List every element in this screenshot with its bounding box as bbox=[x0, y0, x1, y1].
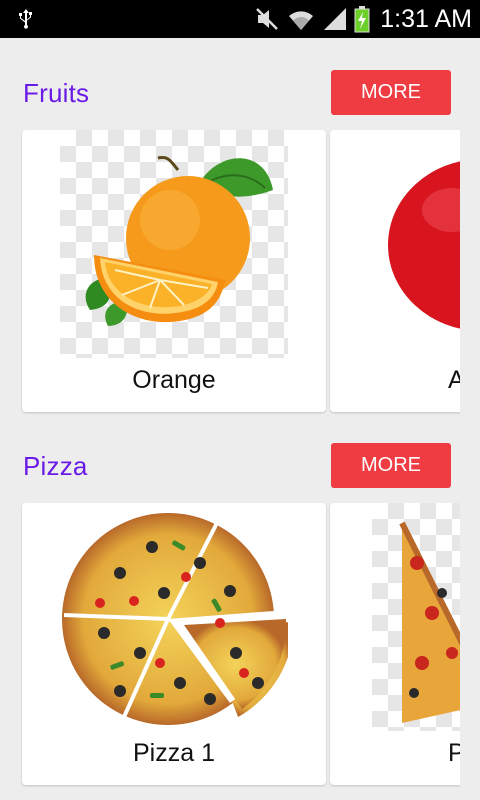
pizza-image bbox=[60, 503, 295, 731]
pizza-carousel[interactable]: Pizza 1 Pizza 2 bbox=[0, 503, 460, 788]
section-fruits: Fruits MORE Orange A bbox=[0, 38, 480, 412]
card-label: Pizza 1 bbox=[133, 739, 215, 767]
card-apple[interactable]: Apple bbox=[330, 130, 460, 412]
mute-icon bbox=[256, 8, 279, 30]
section-pizza: Pizza MORE Pizza 1 P bbox=[0, 411, 480, 785]
pizza-slice-image bbox=[372, 503, 460, 731]
card-label: Apple bbox=[448, 366, 460, 394]
card-pizza-2[interactable]: Pizza 2 bbox=[330, 503, 460, 785]
wifi-icon bbox=[289, 11, 314, 30]
card-pizza-1[interactable]: Pizza 1 bbox=[22, 503, 326, 785]
section-title-fruits: Fruits bbox=[23, 78, 90, 108]
orange-image bbox=[60, 130, 288, 358]
card-label: Pizza 2 bbox=[448, 739, 460, 767]
section-header: Fruits MORE bbox=[0, 38, 480, 130]
status-time: 1:31 AM bbox=[380, 4, 472, 33]
status-bar: 1:31 AM bbox=[0, 0, 480, 38]
more-button-fruits[interactable]: MORE bbox=[331, 70, 451, 115]
card-orange[interactable]: Orange bbox=[22, 130, 326, 412]
more-button-pizza[interactable]: MORE bbox=[331, 443, 451, 488]
section-title-pizza: Pizza bbox=[23, 451, 88, 481]
fruits-carousel[interactable]: Orange Apple bbox=[0, 130, 460, 415]
battery-charging-icon bbox=[354, 6, 370, 33]
card-label: Orange bbox=[132, 366, 216, 394]
section-header: Pizza MORE bbox=[0, 411, 480, 503]
signal-icon bbox=[324, 8, 347, 30]
apple-image bbox=[372, 130, 460, 358]
usb-icon bbox=[19, 9, 32, 29]
